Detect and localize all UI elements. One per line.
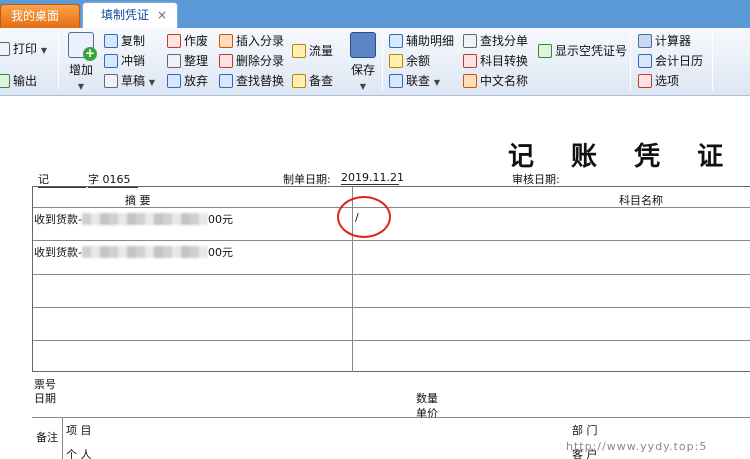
delete-entry-button[interactable]: 删除分录 [219,52,284,70]
chevron-down-icon: ▼ [148,78,155,87]
summary-header: 摘 要 [125,194,151,207]
summary-cell[interactable]: 收到货款- 00元 [34,211,233,227]
quantity-label: 数量 [416,392,438,405]
memo-button[interactable]: 备查 [292,72,333,90]
printer-icon [0,42,10,56]
tab-desktop[interactable]: 我的桌面 [0,4,80,28]
balance-icon [389,54,403,68]
chinese-name-button[interactable]: 中文名称 [463,72,528,90]
tab-desktop-label: 我的桌面 [11,9,60,23]
copy-button[interactable]: 复制 [104,32,145,50]
summary-cell[interactable]: 收到货款- 00元 [34,244,233,260]
save-button[interactable]: 保存 ▼ [346,32,380,92]
balance-button[interactable]: 余额 [389,52,430,70]
save-disk-icon [350,32,376,58]
insert-entry-icon [219,34,233,48]
tidy-icon [167,54,181,68]
find-entry-button[interactable]: 查找分单 [463,32,528,50]
close-icon[interactable]: × [157,3,167,27]
accounting-calendar-button[interactable]: 会计日历 [638,52,703,70]
find-entry-icon [463,34,477,48]
annotation-circle [337,196,391,238]
redacted-area [81,213,208,225]
toolbar: 打印 ▼ 输出 + 增加 ▼ 复制 冲销 草稿 ▼ 作废 整理 放弃 插入分录 删… [0,28,750,96]
void-icon [167,34,181,48]
date-field[interactable]: 2019.11.21 [341,171,404,185]
copy-icon [104,34,118,48]
output-button[interactable]: 输出 [0,72,37,90]
chevron-down-icon: ▼ [359,82,367,91]
calendar-icon [638,54,652,68]
aux-detail-icon [389,34,403,48]
insert-entry-button[interactable]: 插入分录 [219,32,284,50]
toolbar-separator [58,32,59,90]
discard-icon [167,74,181,88]
memo-icon [292,74,306,88]
link-query-icon [389,74,403,88]
delete-entry-icon [219,54,233,68]
print-button[interactable]: 打印 ▼ [0,40,47,58]
person-field[interactable]: 个 人 [66,446,92,459]
watermark: http://www.yydy.top:5 [566,440,708,453]
tab-bar: 我的桌面 填制凭证 × [0,0,750,28]
aux-detail-button[interactable]: 辅助明细 [389,32,454,50]
unit-price-label: 单价 [416,407,438,420]
link-query-button[interactable]: 联查 ▼ [389,72,440,90]
add-button[interactable]: + 增加 ▼ [64,32,98,92]
toolbar-separator [630,32,631,90]
voucher-title: 记 账 凭 证 [508,142,738,172]
department-field[interactable]: 部 门 [572,422,598,438]
draft-button[interactable]: 草稿 ▼ [104,72,155,90]
chevron-down-icon: ▼ [433,78,440,87]
chinese-name-icon [463,74,477,88]
show-empty-voucher-icon [538,44,552,58]
chevron-down-icon: ▼ [40,46,47,55]
void-button[interactable]: 作废 [167,32,208,50]
calculator-icon [638,34,652,48]
account-convert-button[interactable]: 科目转换 [463,52,528,70]
flow-icon [292,44,306,58]
show-empty-voucher-button[interactable]: 显示空凭证号 [538,42,627,60]
redacted-area [81,246,208,258]
options-button[interactable]: 选项 [638,72,679,90]
tidy-button[interactable]: 整理 [167,52,208,70]
toolbar-separator [382,32,383,90]
find-replace-button[interactable]: 查找替换 [219,72,284,90]
voucher-entry-table: 摘 要 科目名称 收到货款- 00元 / 收到货款- 00元 [32,186,750,372]
find-replace-icon [219,74,233,88]
flow-button[interactable]: 流量 [292,42,333,60]
date-label: 制单日期: [283,173,331,186]
discard-button[interactable]: 放弃 [167,72,208,90]
tab-voucher-label: 填制凭证 [101,8,150,22]
remark-label: 备注 [36,431,58,444]
calculator-button[interactable]: 计算器 [638,32,691,50]
tools-icon [638,74,652,88]
audit-date-label: 审核日期: [512,173,560,186]
account-convert-icon [463,54,477,68]
reverse-button[interactable]: 冲销 [104,52,145,70]
tab-voucher-entry[interactable]: 填制凭证 × [82,2,178,28]
add-voucher-icon: + [68,32,97,61]
draft-icon [104,74,118,88]
chevron-down-icon: ▼ [77,82,85,91]
reverse-icon [104,54,118,68]
account-header: 科目名称 [619,194,663,207]
toolbar-separator [712,32,713,90]
project-field[interactable]: 项 目 [66,422,92,438]
ticket-date-label: 日期 [34,392,56,405]
export-icon [0,74,10,88]
